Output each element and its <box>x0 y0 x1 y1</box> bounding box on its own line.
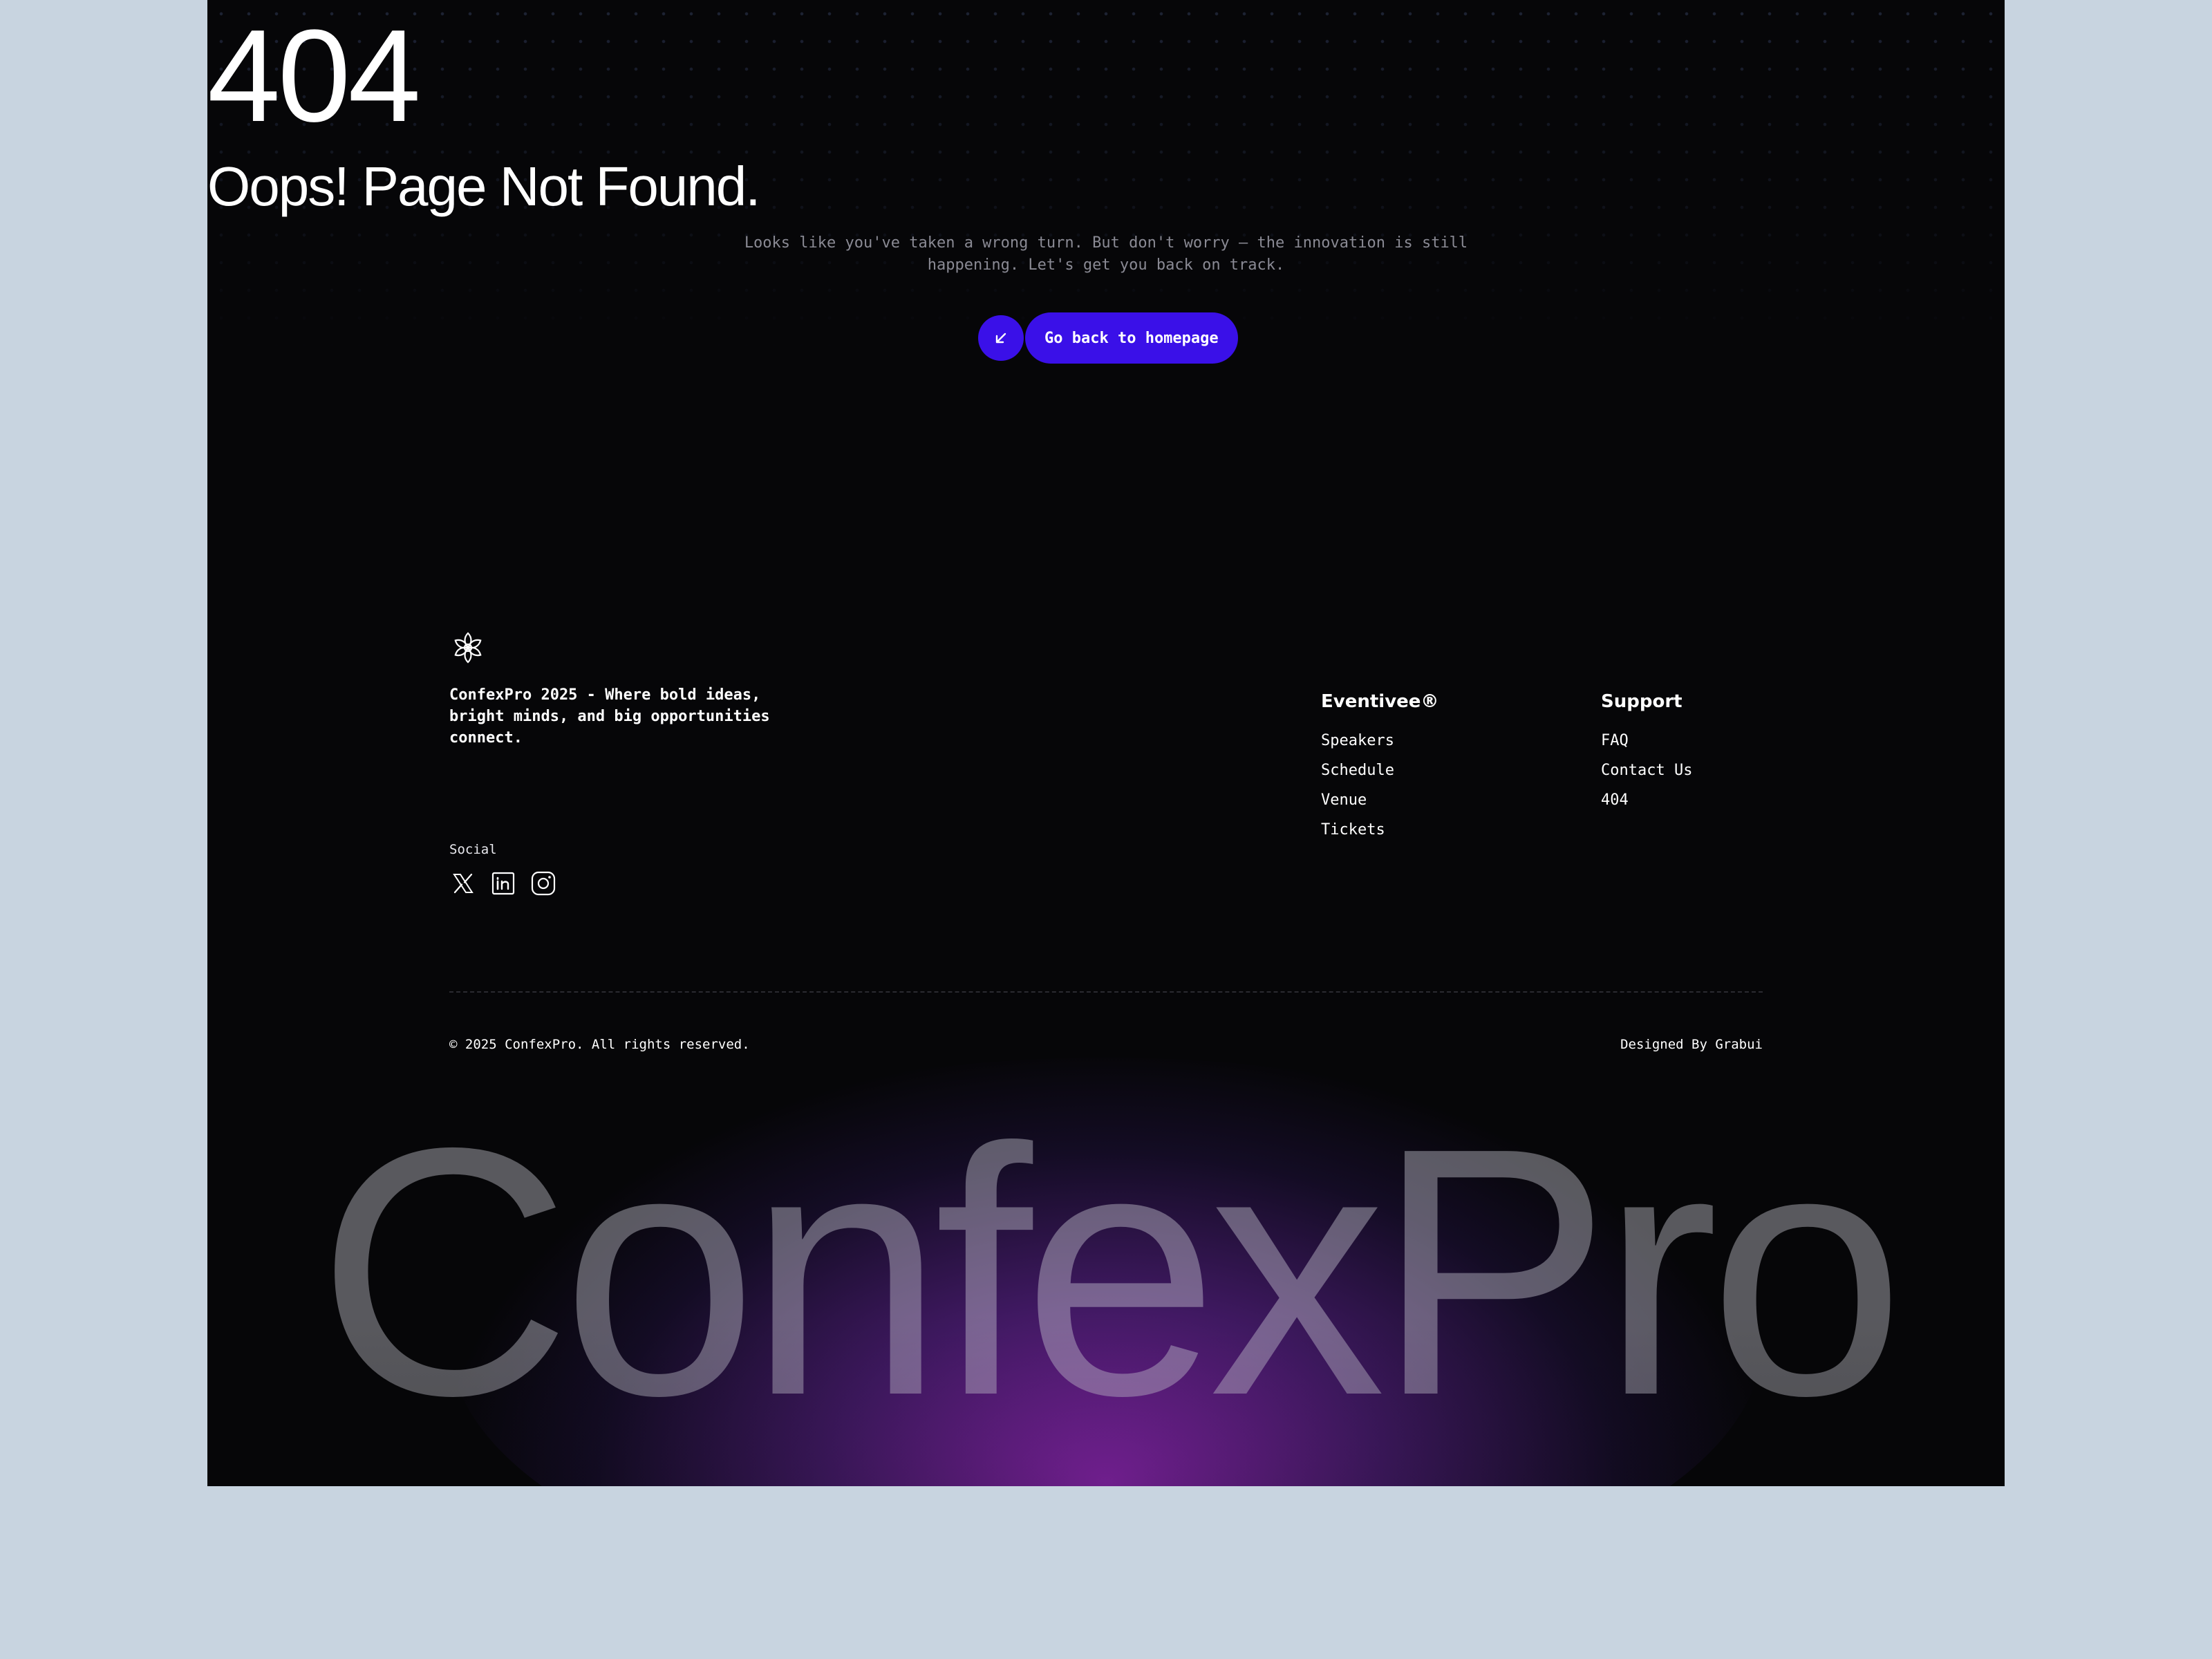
bottom-fade <box>207 1313 2005 1486</box>
footer-divider <box>449 991 1763 993</box>
footer-link-tickets[interactable]: Tickets <box>1321 815 1438 845</box>
footer-link-contact-us[interactable]: Contact Us <box>1601 756 1692 785</box>
instagram-icon[interactable] <box>529 870 557 897</box>
designer-credit[interactable]: Designed By Grabui <box>1620 1037 1763 1052</box>
x-icon[interactable] <box>449 870 477 897</box>
homepage-cta[interactable]: Go back to homepage <box>978 312 1238 364</box>
footer-link-schedule[interactable]: Schedule <box>1321 756 1438 785</box>
go-home-button[interactable]: Go back to homepage <box>1025 312 1238 364</box>
error-code: 404 <box>207 3 421 149</box>
page-title: Oops! Page Not Found. <box>207 156 761 217</box>
footer-column-eventivee: Eventivee® Speakers Schedule Venue Ticke… <box>1321 691 1438 845</box>
copyright-text: © 2025 ConfexPro. All rights reserved. <box>449 1037 750 1052</box>
social-label: Social <box>449 842 497 857</box>
footer-link-faq[interactable]: FAQ <box>1601 726 1692 756</box>
footer-link-speakers[interactable]: Speakers <box>1321 726 1438 756</box>
page-frame: 404 Oops! Page Not Found. Looks like you… <box>207 0 2005 1486</box>
footer-link-404[interactable]: 404 <box>1601 785 1692 815</box>
footer-column-title: Support <box>1601 691 1683 712</box>
social-links <box>449 870 557 897</box>
footer-link-venue[interactable]: Venue <box>1321 785 1438 815</box>
footer-column-title: Eventivee® <box>1321 691 1439 712</box>
linkedin-icon[interactable] <box>489 870 517 897</box>
footer-column-support: Support FAQ Contact Us 404 <box>1601 691 1692 815</box>
arrow-down-left-icon[interactable] <box>978 315 1024 361</box>
error-description: Looks like you've taken a wrong turn. Bu… <box>744 234 1468 274</box>
footer-tagline: ConfexPro 2025 - Where bold ideas, brigh… <box>449 686 770 747</box>
logo-icon[interactable] <box>449 629 487 666</box>
